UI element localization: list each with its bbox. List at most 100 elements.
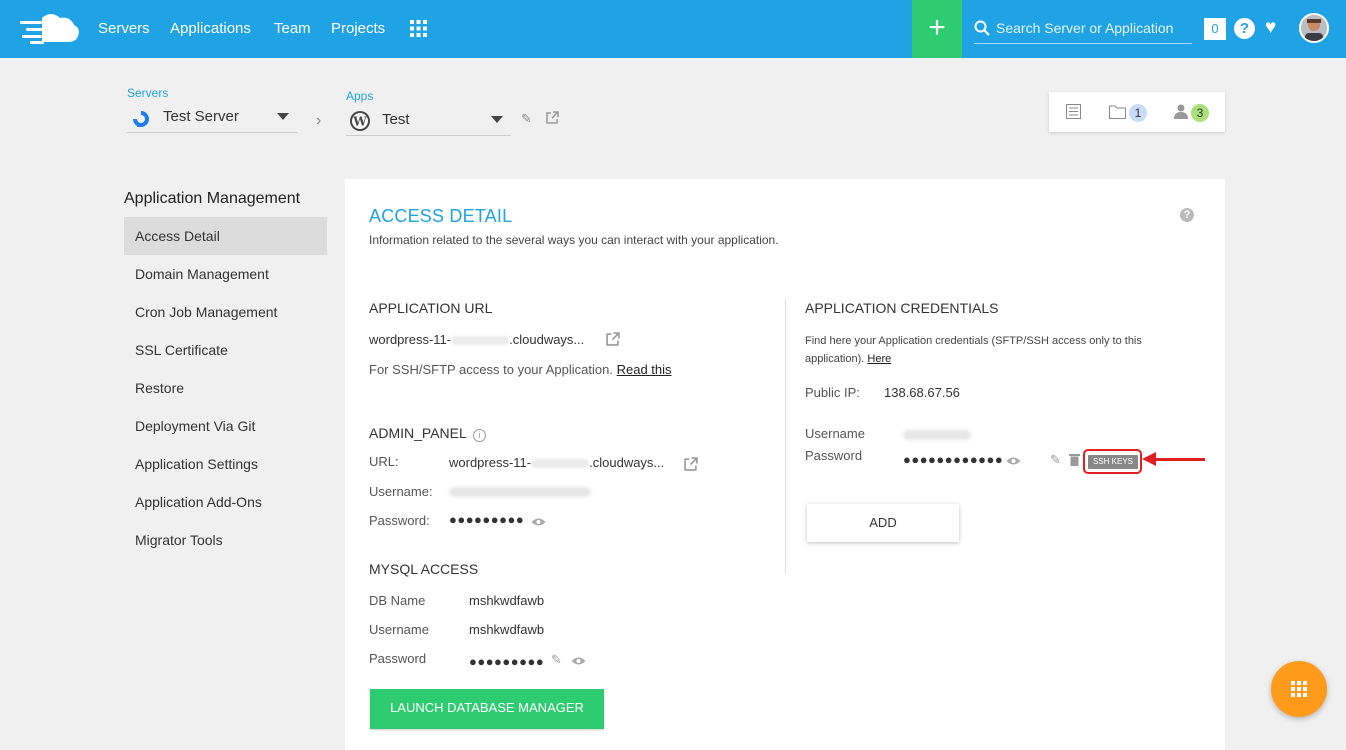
redacted-username	[449, 487, 591, 497]
avatar-image	[1301, 15, 1327, 41]
apps-grid-icon[interactable]	[410, 20, 427, 37]
info-icon[interactable]: i	[473, 429, 487, 442]
sidebar-item-application-add-ons[interactable]: Application Add-Ons	[124, 483, 327, 521]
external-link-icon[interactable]	[546, 111, 559, 124]
app-name: Test	[382, 111, 410, 128]
help-icon[interactable]: ?	[1180, 208, 1194, 222]
here-link[interactable]: Here	[867, 353, 891, 365]
public-ip-label: Public IP:	[805, 385, 860, 400]
cred-username-label: Username	[805, 426, 865, 441]
redacted-text	[451, 336, 510, 346]
top-navbar: Servers Applications Team Projects + 0 ?…	[0, 0, 1346, 58]
db-username-value: mshkwdfawb	[469, 622, 545, 637]
sidebar-item-ssl-certificate[interactable]: SSL Certificate	[124, 331, 327, 369]
app-select[interactable]: W Test	[346, 108, 511, 136]
db-password-mask: ●●●●●●●●●	[469, 654, 545, 669]
cred-password-mask: ●●●●●●●●●●●●	[903, 452, 1004, 467]
nav-applications[interactable]: Applications	[170, 20, 251, 37]
wordpress-icon: W	[350, 111, 370, 131]
access-detail-card: ACCESS DETAIL Information related to the…	[345, 179, 1225, 750]
nav-team[interactable]: Team	[274, 20, 311, 37]
sidebar-item-cron-job-management[interactable]: Cron Job Management	[124, 293, 327, 331]
floating-apps-button[interactable]	[1271, 661, 1327, 717]
url-prefix: wordpress-11-	[369, 332, 452, 347]
redacted-text	[531, 459, 590, 469]
db-name-label: DB Name	[369, 593, 426, 608]
public-ip-value: 138.68.67.56	[884, 385, 960, 400]
edit-icon[interactable]: ✎	[1050, 452, 1061, 468]
user-icon[interactable]	[1174, 104, 1188, 119]
folder-icon[interactable]	[1109, 104, 1126, 119]
external-link-icon[interactable]	[684, 457, 698, 471]
add-new-button[interactable]: +	[912, 0, 962, 58]
search-icon	[974, 20, 990, 36]
add-credentials-button[interactable]: ADD	[807, 504, 959, 542]
sidebar-item-deployment-via-git[interactable]: Deployment Via Git	[124, 407, 327, 445]
page-subtitle: Information related to the several ways …	[369, 233, 779, 247]
chevron-down-icon	[277, 113, 289, 120]
help-icon[interactable]: ?	[1234, 18, 1255, 39]
notifications-count[interactable]: 0	[1204, 18, 1226, 40]
page-title: ACCESS DETAIL	[369, 206, 513, 226]
url-suffix: .cloudways...	[589, 455, 665, 470]
eye-icon[interactable]	[571, 656, 586, 666]
arrow-annotation-line	[1153, 458, 1205, 461]
eye-icon[interactable]	[1006, 456, 1021, 466]
db-name-value: mshkwdfawb	[469, 593, 545, 608]
admin-password-label: Password:	[369, 513, 430, 528]
sidebar-item-restore[interactable]: Restore	[124, 369, 327, 407]
sidebar-item-application-settings[interactable]: Application Settings	[124, 445, 327, 483]
highlight-annotation	[1083, 449, 1142, 474]
db-username-label: Username	[369, 622, 429, 637]
server-select[interactable]: Test Server	[127, 105, 298, 133]
edit-icon[interactable]: ✎	[521, 111, 532, 127]
sidebar-title: Application Management	[124, 190, 301, 207]
application-url-link[interactable]: wordpress-11- .cloudways...	[369, 332, 584, 347]
ssh-access-note: For SSH/SFTP access to your Application.…	[369, 362, 672, 377]
servers-crumb-label: Servers	[127, 86, 169, 100]
credentials-note-text: Find here your Application credentials (…	[805, 335, 1142, 365]
nav-servers[interactable]: Servers	[98, 20, 150, 37]
trash-icon[interactable]	[1069, 453, 1080, 466]
digitalocean-icon	[133, 111, 149, 127]
quick-links-box: 1 3	[1049, 92, 1225, 132]
application-credentials-heading: APPLICATION CREDENTIALS	[805, 300, 999, 316]
apps-crumb-label: Apps	[346, 89, 374, 103]
edit-icon[interactable]: ✎	[551, 652, 562, 668]
sidebar-item-domain-management[interactable]: Domain Management	[124, 255, 327, 293]
url-suffix: .cloudways...	[509, 332, 585, 347]
admin-panel-heading: ADMIN_PANEL i	[369, 425, 487, 442]
application-url-heading: APPLICATION URL	[369, 300, 493, 316]
svg-text:W: W	[352, 115, 367, 129]
apps-grid-icon	[1291, 681, 1307, 697]
external-link-icon[interactable]	[606, 332, 620, 346]
read-this-link[interactable]: Read this	[617, 362, 672, 377]
launch-database-manager-button[interactable]: LAUNCH DATABASE MANAGER	[370, 689, 604, 729]
search-input[interactable]	[996, 18, 1191, 38]
eye-icon[interactable]	[531, 517, 546, 527]
sidebar-item-access-detail[interactable]: Access Detail	[124, 217, 327, 255]
admin-url-label: URL:	[369, 454, 399, 469]
admin-username-label: Username:	[369, 484, 433, 499]
redacted-username	[903, 430, 971, 440]
server-name: Test Server	[163, 108, 239, 125]
chevron-down-icon	[491, 116, 503, 123]
cloudways-logo-icon[interactable]	[18, 12, 80, 46]
column-divider	[785, 299, 786, 574]
users-count-badge: 3	[1191, 104, 1209, 122]
admin-panel-title: ADMIN_PANEL	[369, 425, 467, 441]
cred-password-label: Password	[805, 448, 863, 463]
chevron-right-icon: ›	[316, 112, 322, 129]
admin-password-mask: ●●●●●●●●●	[449, 512, 525, 527]
db-password-label: Password	[369, 651, 427, 666]
nav-projects[interactable]: Projects	[331, 20, 385, 37]
heart-icon[interactable]: ♥	[1265, 17, 1276, 39]
mysql-access-heading: MYSQL ACCESS	[369, 561, 479, 577]
folder-count-badge: 1	[1129, 104, 1147, 122]
admin-url-link[interactable]: wordpress-11- .cloudways...	[449, 455, 664, 470]
url-prefix: wordpress-11-	[449, 455, 532, 470]
list-icon[interactable]	[1066, 104, 1081, 119]
credentials-note: Find here your Application credentials (…	[805, 332, 1165, 368]
sidebar-item-migrator-tools[interactable]: Migrator Tools	[124, 521, 327, 559]
user-avatar[interactable]	[1299, 13, 1329, 43]
